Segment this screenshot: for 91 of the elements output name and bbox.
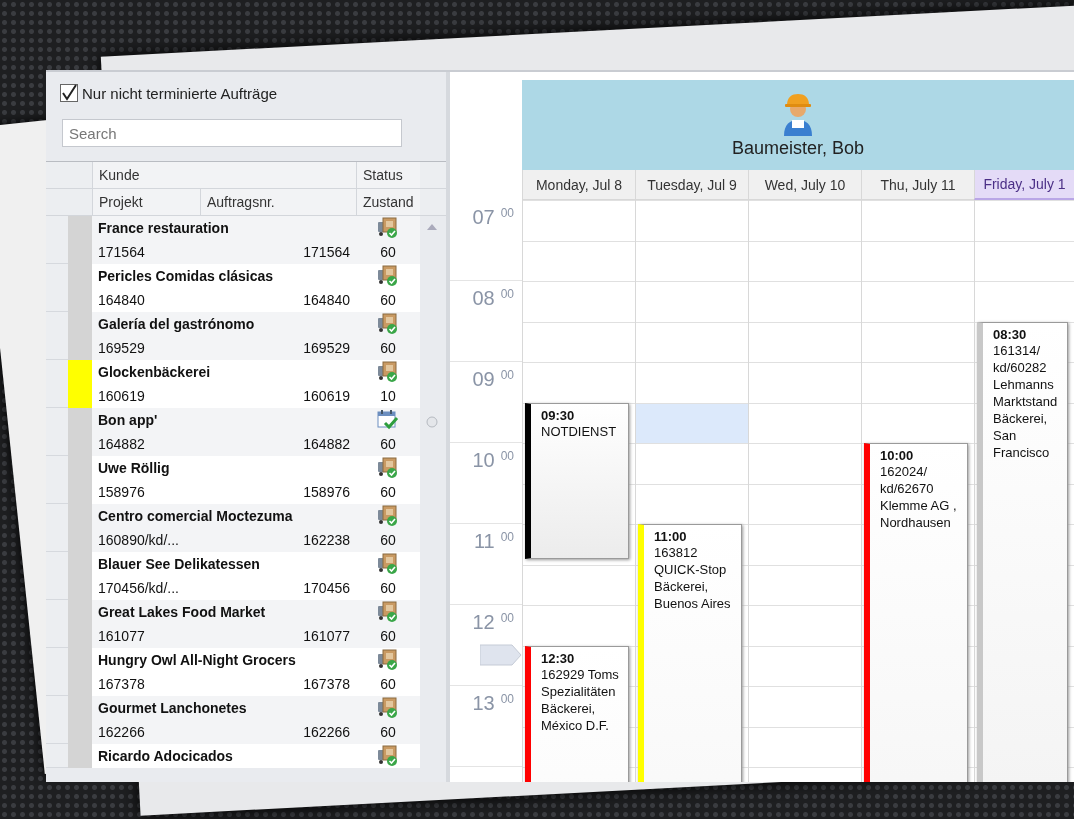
appointment[interactable]: 11:00 163812 QUICK-Stop Bäckerei, Buenos Aires xyxy=(638,524,742,782)
customer-cell: Gourmet Lanchonetes xyxy=(92,696,356,720)
appointment-time: 10:00 xyxy=(880,448,915,463)
hour-label: 08 xyxy=(472,287,495,310)
appointment-time: 09:30 xyxy=(541,407,576,423)
hour-label: 07 xyxy=(472,206,495,229)
column-header[interactable]: Projekt xyxy=(92,189,200,216)
project-cell: 158976 xyxy=(92,480,200,504)
state-cell: 60 xyxy=(356,240,420,264)
day-header[interactable]: Monday, Jul 8 xyxy=(522,170,635,200)
customer-cell: Bon app' xyxy=(92,408,356,432)
scroll-up-icon[interactable] xyxy=(427,224,437,230)
customer-cell: Centro comercial Moctezuma xyxy=(92,504,356,528)
appointment-text: 161314/ kd/60282 Lehmanns Marktstand Bäckerei, San Francisco xyxy=(993,341,1059,461)
checkbox[interactable] xyxy=(60,84,78,102)
customer-cell: Hungry Owl All-Night Grocers xyxy=(92,648,356,672)
customer-cell: France restauration xyxy=(92,216,356,240)
resource-name: Baumeister, Bob xyxy=(731,137,865,159)
project-cell: 162266 xyxy=(92,720,200,744)
hour-label: 10 xyxy=(472,449,495,472)
customer-cell: Pericles Comidas clásicas xyxy=(92,264,356,288)
state-cell: 60 xyxy=(356,288,420,312)
minute-label: 00 xyxy=(500,368,514,382)
customer-cell: Ricardo Adocicados xyxy=(92,744,356,768)
column-header[interactable]: Zustand xyxy=(356,189,420,216)
project-cell: 160890/kd/... xyxy=(92,528,200,552)
minute-label: 00 xyxy=(500,611,514,625)
hour-label: 12 xyxy=(472,611,495,634)
appointment-text: NOTDIENST xyxy=(541,422,618,440)
project-cell: 161077 xyxy=(92,624,200,648)
order-number-cell: 161077 xyxy=(200,624,356,648)
order-number-cell: 167378 xyxy=(200,672,356,696)
column-header[interactable]: Auftragsnr. xyxy=(200,189,356,216)
appointment[interactable]: 09:30 NOTDIENST xyxy=(525,402,629,559)
hour-label: 09 xyxy=(472,368,495,391)
order-number-cell: 164840 xyxy=(200,288,356,312)
appointment-text: 163812 QUICK-Stop Bäckerei, Buenos Aires xyxy=(654,544,732,612)
appointment-time: 11:00 xyxy=(654,529,688,544)
day-header[interactable]: Tuesday, Jul 9 xyxy=(635,170,748,200)
minute-label: 00 xyxy=(500,206,514,220)
hour-label: 13 xyxy=(472,692,495,715)
scroll-thumb-icon[interactable] xyxy=(426,416,438,428)
state-cell: 60 xyxy=(356,528,420,552)
state-cell: 60 xyxy=(356,576,420,600)
project-cell: 170456/kd/... xyxy=(92,576,200,600)
project-cell: 160619 xyxy=(92,384,200,408)
column-header[interactable]: Kunde xyxy=(92,162,356,189)
day-header[interactable]: Thu, July 11 xyxy=(861,170,974,200)
customer-cell: Blauer See Delikatessen xyxy=(92,552,356,576)
order-number-cell: 162266 xyxy=(200,720,356,744)
appointment[interactable]: 08:30 161314/ kd/60282 Lehmanns Marktstand Bäckerei, San Francisco xyxy=(977,321,1068,782)
state-cell: 60 xyxy=(356,432,420,456)
appointment[interactable]: 12:30 162929 Toms Spezialitäten Bäckerei, México D.F. xyxy=(525,645,629,782)
appointment[interactable]: 10:00 162024/ kd/62670 Klemme AG , Nordhausen xyxy=(864,443,968,782)
order-number-cell: 158976 xyxy=(200,480,356,504)
state-cell: 60 xyxy=(356,720,420,744)
minute-label: 00 xyxy=(500,530,514,544)
customer-cell: Great Lakes Food Market xyxy=(92,600,356,624)
customer-cell: Galería del gastrónomo xyxy=(92,312,356,336)
day-header[interactable]: Wed, July 10 xyxy=(748,170,861,200)
state-cell: 60 xyxy=(356,624,420,648)
state-cell: 60 xyxy=(356,480,420,504)
hour-label: 11 xyxy=(473,530,495,553)
checkbox-label[interactable]: Nur nicht terminierte Aufträge xyxy=(82,84,278,102)
project-cell: 164840 xyxy=(92,288,200,312)
order-number-cell: 162238 xyxy=(200,528,356,552)
appointment-text: 162929 Toms Spezialitäten Bäckerei, México D.F. xyxy=(541,665,620,734)
column-header[interactable]: Status xyxy=(356,162,420,189)
order-number-cell: 169529 xyxy=(200,336,356,360)
search-field[interactable]: Search xyxy=(62,119,402,147)
order-number-cell: 164882 xyxy=(200,432,356,456)
state-cell: 60 xyxy=(356,672,420,696)
appointment-time: 08:30 xyxy=(993,326,1028,342)
day-header[interactable]: Friday, July 1 xyxy=(974,170,1074,200)
appointment-time: 12:30 xyxy=(541,650,576,666)
project-cell: 171564 xyxy=(92,240,200,264)
minute-label: 00 xyxy=(500,449,514,463)
state-cell: 60 xyxy=(356,336,420,360)
minute-label: 00 xyxy=(500,287,514,301)
customer-cell: Glockenbäckerei xyxy=(92,360,356,384)
selected-time-slot[interactable] xyxy=(636,402,748,443)
appointment-text: 162024/ kd/62670 Klemme AG , Nordhausen xyxy=(880,463,958,531)
project-cell: 164882 xyxy=(92,432,200,456)
order-number-cell: 160619 xyxy=(200,384,356,408)
project-cell: 167378 xyxy=(92,672,200,696)
order-number-cell: 170456 xyxy=(200,576,356,600)
minute-label: 00 xyxy=(500,692,514,706)
customer-cell: Uwe Röllig xyxy=(92,456,356,480)
state-cell: 10 xyxy=(356,384,420,408)
project-cell: 169529 xyxy=(92,336,200,360)
order-number-cell: 171564 xyxy=(200,240,356,264)
